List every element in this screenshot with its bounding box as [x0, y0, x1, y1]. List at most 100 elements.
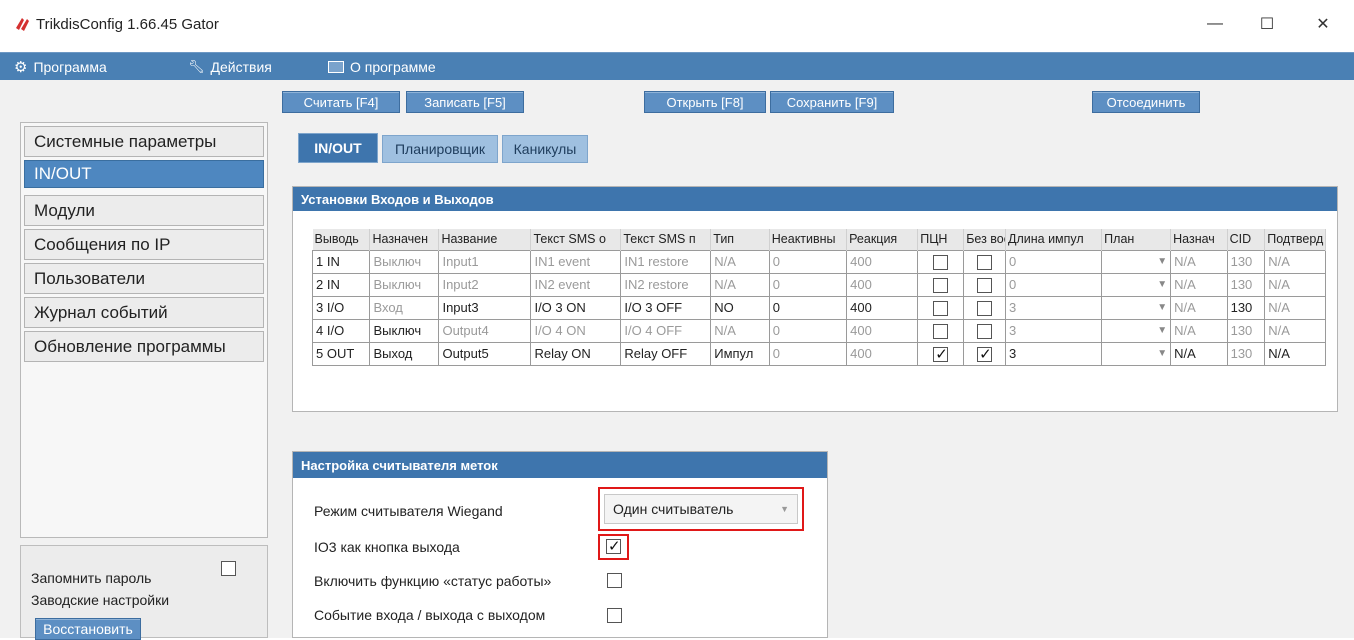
sidebar-item-ip-messages[interactable]: Сообщения по IP: [24, 229, 264, 260]
cell-inactive[interactable]: 0: [768, 341, 848, 366]
cell-cid[interactable]: 130: [1226, 318, 1266, 343]
cell-cid[interactable]: 130: [1226, 272, 1266, 297]
cell-assign[interactable]: Вход: [369, 295, 440, 320]
cell-inactive[interactable]: 0: [768, 272, 848, 297]
sidebar-item-users[interactable]: Пользователи: [24, 263, 264, 294]
cell-assign[interactable]: Выход: [369, 341, 440, 366]
table-row[interactable]: 2 IN Выключ Input2 IN2 event IN2 restore…: [311, 272, 1326, 297]
cell-reaction[interactable]: 400: [846, 341, 919, 366]
cell-sms-on[interactable]: I/O 4 ON: [530, 318, 622, 343]
cell-assign[interactable]: Выключ: [369, 272, 440, 297]
save-button[interactable]: Сохранить [F9]: [770, 91, 894, 113]
cell-reaction[interactable]: 400: [846, 249, 919, 274]
cell-type[interactable]: N/A: [710, 318, 770, 343]
restore-button[interactable]: Восстановить: [35, 618, 141, 640]
entry-exit-checkbox[interactable]: [607, 608, 622, 623]
menu-program[interactable]: ⚙ Программа: [14, 53, 107, 81]
disconnect-button[interactable]: Отсоединить: [1092, 91, 1200, 113]
cell-pcn[interactable]: [917, 318, 965, 343]
cell-assign2[interactable]: N/A: [1170, 318, 1228, 343]
cell-assign[interactable]: Выключ: [369, 318, 440, 343]
cell-confirm[interactable]: N/A: [1264, 318, 1326, 343]
table-row[interactable]: 5 OUT Выход Output5 Relay ON Relay OFF И…: [311, 341, 1326, 366]
sidebar-item-event-log[interactable]: Журнал событий: [24, 297, 264, 328]
cell-cid[interactable]: 130: [1226, 249, 1266, 274]
open-button[interactable]: Открыть [F8]: [644, 91, 766, 113]
io3-exit-checkbox[interactable]: [606, 537, 621, 555]
tab-scheduler[interactable]: Планировщик: [382, 135, 498, 163]
cell-inactive[interactable]: 0: [768, 295, 848, 320]
sidebar-item-firmware-update[interactable]: Обновление программы: [24, 331, 264, 362]
cell-type[interactable]: N/A: [710, 249, 770, 274]
column-header[interactable]: Реакция: [846, 229, 919, 250]
cell-assign2[interactable]: N/A: [1170, 341, 1228, 366]
write-button[interactable]: Записать [F5]: [406, 91, 524, 113]
cell-sms-on[interactable]: IN1 event: [530, 249, 622, 274]
remember-password-checkbox[interactable]: [221, 561, 236, 576]
cell-pcn[interactable]: [917, 295, 965, 320]
cell-type[interactable]: N/A: [710, 272, 770, 297]
cell-assign2[interactable]: N/A: [1170, 272, 1228, 297]
table-row[interactable]: 4 I/O Выключ Output4 I/O 4 ON I/O 4 OFF …: [311, 318, 1326, 343]
cell-sms-off[interactable]: IN1 restore: [620, 249, 712, 274]
cell-confirm[interactable]: N/A: [1264, 272, 1326, 297]
cell-pulse[interactable]: 0: [1004, 249, 1103, 274]
cell-plan[interactable]: ▼: [1101, 318, 1172, 343]
cell-name[interactable]: Output5: [438, 341, 532, 366]
cell-type[interactable]: NO: [710, 295, 770, 320]
work-status-checkbox[interactable]: [607, 573, 622, 588]
cell-cid[interactable]: 130: [1226, 295, 1266, 320]
cell-reaction[interactable]: 400: [846, 295, 919, 320]
minimize-button[interactable]: —: [1192, 0, 1238, 48]
close-button[interactable]: ✕: [1300, 0, 1346, 48]
column-header[interactable]: Длина импул: [1005, 229, 1103, 250]
sidebar-item-inout[interactable]: IN/OUT: [24, 160, 264, 188]
cell-norestore[interactable]: [963, 249, 1006, 274]
column-header[interactable]: Текст SMS о: [530, 229, 622, 250]
sidebar-item-system[interactable]: Системные параметры: [24, 126, 264, 157]
column-header[interactable]: Текст SMS п: [620, 229, 712, 250]
cell-plan[interactable]: ▼: [1101, 272, 1172, 297]
cell-confirm[interactable]: N/A: [1264, 341, 1326, 366]
cell-sms-off[interactable]: I/O 4 OFF: [620, 318, 712, 343]
cell-norestore[interactable]: [963, 272, 1006, 297]
pcn-checkbox[interactable]: [933, 254, 949, 270]
read-button[interactable]: Считать [F4]: [282, 91, 400, 113]
table-row[interactable]: 3 I/O Вход Input3 I/O 3 ON I/O 3 OFF NO …: [311, 295, 1326, 320]
cell-sms-on[interactable]: Relay ON: [530, 341, 622, 366]
norestore-checkbox[interactable]: [977, 345, 993, 363]
column-header[interactable]: Без вос: [963, 229, 1006, 250]
cell-sms-on[interactable]: IN2 event: [530, 272, 622, 297]
cell-reaction[interactable]: 400: [846, 318, 919, 343]
cell-type[interactable]: Импул: [710, 341, 770, 366]
norestore-checkbox[interactable]: [977, 323, 993, 339]
cell-pulse[interactable]: 3: [1004, 295, 1103, 320]
table-row[interactable]: 1 IN Выключ Input1 IN1 event IN1 restore…: [311, 249, 1326, 274]
cell-sms-off[interactable]: I/O 3 OFF: [620, 295, 712, 320]
menu-about[interactable]: О программе: [328, 53, 436, 81]
cell-sms-off[interactable]: Relay OFF: [620, 341, 712, 366]
cell-pcn[interactable]: [917, 341, 965, 366]
cell-inactive[interactable]: 0: [768, 318, 848, 343]
column-header[interactable]: Выводь: [312, 229, 371, 250]
pcn-checkbox[interactable]: [933, 323, 949, 339]
cell-inactive[interactable]: 0: [768, 249, 848, 274]
cell-name[interactable]: Input3: [438, 295, 532, 320]
cell-pulse[interactable]: 3: [1004, 341, 1103, 366]
norestore-checkbox[interactable]: [977, 254, 993, 270]
cell-confirm[interactable]: N/A: [1264, 295, 1326, 320]
tab-holidays[interactable]: Каникулы: [502, 135, 588, 163]
maximize-button[interactable]: ☐: [1244, 0, 1290, 48]
column-header[interactable]: Назнач: [1170, 229, 1228, 250]
column-header[interactable]: CID: [1227, 229, 1266, 250]
column-header[interactable]: ПЦН: [917, 229, 965, 250]
column-header[interactable]: Подтверд: [1264, 229, 1326, 250]
pcn-checkbox[interactable]: [933, 345, 949, 363]
cell-name[interactable]: Output4: [438, 318, 532, 343]
cell-confirm[interactable]: N/A: [1264, 249, 1326, 274]
cell-norestore[interactable]: [963, 341, 1006, 366]
cell-name[interactable]: Input1: [438, 249, 532, 274]
column-header[interactable]: Название: [438, 229, 532, 250]
cell-cid[interactable]: 130: [1226, 341, 1266, 366]
norestore-checkbox[interactable]: [977, 277, 993, 293]
